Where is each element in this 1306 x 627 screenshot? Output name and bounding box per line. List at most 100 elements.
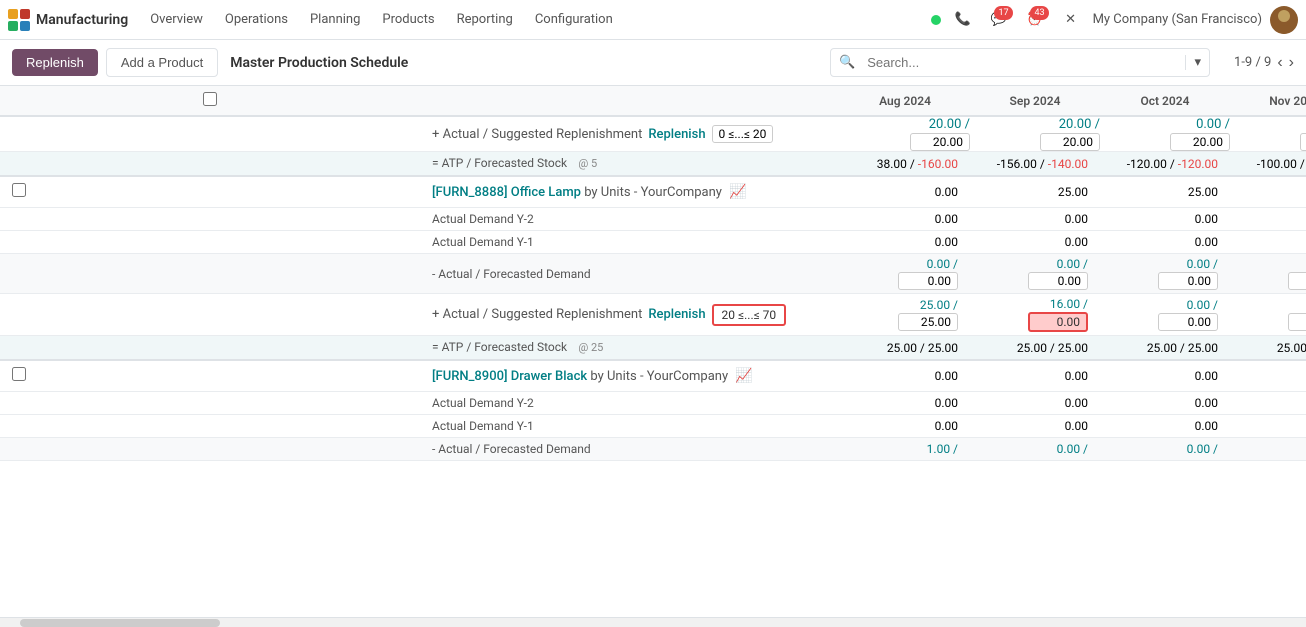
product-furn8900-link[interactable]: [FURN_8900] Drawer Black: [432, 369, 587, 384]
select-all-checkbox[interactable]: [203, 92, 217, 106]
d8900-y2-aug: 0.00: [840, 392, 970, 415]
atp2-nov: 25.00 / 25.00: [1230, 336, 1306, 361]
checkbox-cell: [0, 152, 420, 177]
header-nov2024: Nov 2024: [1230, 86, 1306, 116]
val-bot[interactable]: 0.00: [1158, 313, 1218, 331]
val-bot[interactable]: 0.00: [1158, 272, 1218, 290]
checkbox-cell: [0, 208, 420, 231]
search-dropdown-button[interactable]: ▾: [1185, 55, 1209, 70]
replenish-row1-aug: 20.00 / 20.00: [840, 116, 970, 152]
add-product-button[interactable]: Add a Product: [106, 48, 218, 77]
partial-sep: 0.00 /: [970, 438, 1100, 461]
nav-planning[interactable]: Planning: [300, 8, 370, 31]
nav-overview[interactable]: Overview: [140, 8, 213, 31]
val-top: 0.00 /: [1057, 257, 1088, 271]
product8900-label-cell: [FURN_8900] Drawer Black by Units - Your…: [420, 360, 840, 392]
header-oct2024: Oct 2024: [1100, 86, 1230, 116]
table-header-row: Aug 2024 Sep 2024 Oct 2024 Nov 2024 Dec …: [0, 86, 1306, 116]
forecasted-demand-label: - Actual / Forecasted Demand: [420, 254, 840, 294]
demand-y1-aug: 0.00: [840, 231, 970, 254]
phone-icon-btn[interactable]: 📞: [949, 6, 977, 34]
atp-row2-at: @ 25: [578, 341, 603, 354]
replenish-row1-nov: 0.00 / 20.00: [1230, 116, 1306, 152]
atp-row1-label: = ATP / Forecasted Stock: [432, 156, 567, 170]
val-bot[interactable]: 0.00: [1288, 272, 1306, 290]
replenish-row1-label: + Actual / Suggested Replenishment: [432, 127, 642, 142]
val-bot[interactable]: 20.00: [1170, 133, 1230, 151]
app-name: Manufacturing: [36, 12, 128, 28]
trend-icon-8900[interactable]: 📈: [735, 368, 752, 384]
mps-table: Aug 2024 Sep 2024 Oct 2024 Nov 2024 Dec …: [0, 86, 1306, 461]
settings-icon-btn[interactable]: ✕: [1057, 6, 1085, 34]
page-title: Master Production Schedule: [230, 55, 408, 71]
demand8900-y1-label: Actual Demand Y-1: [420, 415, 840, 438]
header-checkbox-cell: [0, 86, 420, 116]
scrollbar-thumb[interactable]: [20, 619, 220, 627]
forecast-aug: 0.00 / 0.00: [840, 254, 970, 294]
partial-row-label: - Actual / Forecasted Demand: [420, 438, 840, 461]
replenish-row2-range[interactable]: 20 ≤...≤ 70: [712, 304, 787, 326]
replenish-row1-range[interactable]: 0 ≤...≤ 20: [712, 125, 774, 143]
nav-reporting[interactable]: Reporting: [447, 8, 523, 31]
nav-operations[interactable]: Operations: [215, 8, 298, 31]
activity-icon-btn[interactable]: ⏰ 43: [1021, 6, 1049, 34]
nav-configuration[interactable]: Configuration: [525, 8, 623, 31]
nav-right: 📞 💬 17 ⏰ 43 ✕ My Company (San Francisco): [931, 6, 1298, 34]
val-bot[interactable]: 0.00: [1288, 313, 1306, 331]
pagination-prev[interactable]: ‹: [1277, 54, 1282, 72]
user-avatar[interactable]: [1270, 6, 1298, 34]
replenish-row2-label: + Actual / Suggested Replenishment: [432, 307, 642, 322]
replenish-button[interactable]: Replenish: [12, 49, 98, 76]
val-bot-highlight[interactable]: 0.00: [1028, 312, 1088, 332]
trend-icon[interactable]: 📈: [729, 184, 746, 200]
val-top: 0.00 /: [927, 257, 958, 271]
d8900-y2-sep: 0.00: [970, 392, 1100, 415]
val-bot[interactable]: 0.00: [1028, 272, 1088, 290]
val-bot[interactable]: 20.00: [910, 133, 970, 151]
nav-products[interactable]: Products: [372, 8, 444, 31]
search-input[interactable]: [863, 49, 1185, 76]
product-checkbox[interactable]: [12, 183, 26, 197]
partial-oct: 0.00 /: [1100, 438, 1230, 461]
replenish-row2-link[interactable]: Replenish: [648, 307, 705, 322]
val-bot[interactable]: 0.00: [898, 272, 958, 290]
val-bot[interactable]: 20.00: [1300, 133, 1306, 151]
forecast-oct: 0.00 / 0.00: [1100, 254, 1230, 294]
table-row: Actual Demand Y-2 0.00 0.00 0.00 0.00 0.…: [0, 208, 1306, 231]
val-top: 20.00 /: [1059, 117, 1100, 132]
demand-y1-nov: 0.00: [1230, 231, 1306, 254]
product-checkbox-8900[interactable]: [12, 367, 26, 381]
atp-row1-nov: -100.00 / -100.00: [1230, 152, 1306, 177]
horizontal-scrollbar[interactable]: [0, 617, 1306, 627]
demand-y1-sep: 0.00: [970, 231, 1100, 254]
pagination-text: 1-9 / 9: [1234, 55, 1271, 70]
val-top: 0.00 /: [1187, 298, 1218, 312]
pagination-next[interactable]: ›: [1289, 54, 1294, 72]
activity-badge: 43: [1030, 6, 1048, 20]
val-bot[interactable]: 20.00: [1040, 133, 1100, 151]
val-top: 25.00 /: [920, 298, 958, 312]
atp-row1-sep: -156.00 / -140.00: [970, 152, 1100, 177]
status-dot: [931, 15, 941, 25]
demand-y1-label: Actual Demand Y-1: [420, 231, 840, 254]
val-top: 0.00 /: [1196, 117, 1230, 132]
replenish-row1-oct: 0.00 / 20.00: [1100, 116, 1230, 152]
atp-row1-aug: 38.00 / -160.00: [840, 152, 970, 177]
val-bot[interactable]: 25.00: [898, 313, 958, 331]
replenish-row1-link[interactable]: Replenish: [648, 127, 705, 142]
atp-row1-at: @ 5: [578, 157, 597, 170]
chat-icon-btn[interactable]: 💬 17: [985, 6, 1013, 34]
nav-menu: Overview Operations Planning Products Re…: [140, 8, 623, 31]
app-logo[interactable]: Manufacturing: [8, 9, 128, 31]
checkbox-cell: [0, 438, 420, 461]
header-aug2024: Aug 2024: [840, 86, 970, 116]
replenish-row1-sep: 20.00 / 20.00: [970, 116, 1100, 152]
prod8888-nov: 25.00: [1230, 176, 1306, 208]
forecast-nov: 0.00 / 0.00: [1230, 254, 1306, 294]
demand-y1-oct: 0.00: [1100, 231, 1230, 254]
product-furn8888-link[interactable]: [FURN_8888] Office Lamp: [432, 185, 581, 200]
table-row: + Actual / Suggested Replenishment Reple…: [0, 116, 1306, 152]
atp2-oct: 25.00 / 25.00: [1100, 336, 1230, 361]
checkbox-cell: [0, 116, 420, 152]
replenish2-oct: 0.00 / 0.00: [1100, 294, 1230, 336]
